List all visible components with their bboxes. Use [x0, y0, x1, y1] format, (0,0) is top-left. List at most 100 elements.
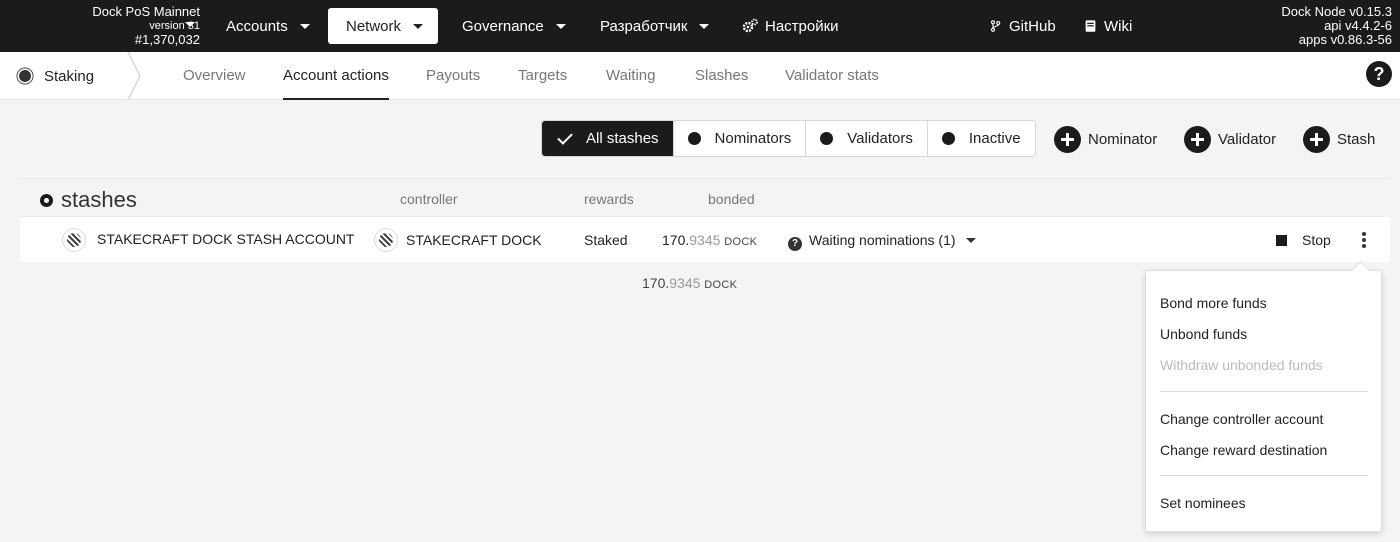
help-icon[interactable]: ? — [1366, 61, 1392, 87]
chevron-down-icon[interactable] — [185, 22, 195, 27]
controller-identicon[interactable] — [374, 228, 398, 252]
add-stash-button[interactable]: Stash — [1303, 124, 1375, 154]
nav-governance[interactable]: Governance — [444, 8, 584, 44]
book-icon — [1085, 20, 1096, 32]
add-validator-label: Validator — [1218, 130, 1277, 148]
stop-button[interactable]: Stop — [1276, 232, 1331, 248]
nav-wiki-label: Wiki — [1104, 17, 1133, 35]
total-unit: DOCK — [704, 279, 738, 291]
code-branch-icon — [990, 20, 1001, 32]
bonded-int: 170. — [662, 232, 690, 248]
circle-icon — [941, 132, 955, 145]
chain-name: Dock PoS Mainnet — [92, 4, 200, 19]
nav-governance-label: Governance — [462, 17, 544, 35]
api-version: api v4.4.2-6 — [1324, 18, 1392, 33]
chevron-down-icon — [555, 23, 566, 29]
account-actions-menu: Bond more funds Unbond funds Withdraw un… — [1145, 270, 1382, 532]
stop-icon — [1276, 235, 1287, 246]
circle-icon — [820, 132, 834, 145]
header-controller: controller — [400, 191, 458, 207]
table-row: STAKECRAFT DOCK STASH ACCOUNT STAKECRAFT… — [20, 216, 1390, 262]
tab-targets[interactable]: Targets — [518, 52, 567, 100]
plus-icon — [1054, 125, 1081, 153]
node-version: Dock Node v0.15.3 — [1281, 4, 1392, 19]
nav-settings-label: Настройки — [765, 17, 839, 35]
add-validator-button[interactable]: Validator — [1184, 124, 1276, 154]
tab-waiting[interactable]: Waiting — [606, 52, 655, 100]
filter-all-stashes-label: All stashes — [586, 130, 659, 147]
nav-developer-label: Разработчик — [600, 17, 688, 35]
filter-all-stashes[interactable]: All stashes — [542, 121, 674, 156]
controller-account-name[interactable]: STAKECRAFT DOCK C — [406, 232, 544, 248]
filter-validators-label: Validators — [847, 130, 913, 147]
header-rewards: rewards — [584, 191, 634, 207]
node-info: Dock Node v0.15.3 api v4.4.2-6 apps v0.8… — [1281, 5, 1392, 47]
top-bar: Dock PoS Mainnet version 31 #1,370,032 A… — [0, 0, 1400, 52]
best-block: #1,370,032 — [134, 32, 200, 47]
stashes-table: stashes controller rewards bonded STAKEC… — [20, 178, 1390, 262]
plus-icon — [1303, 125, 1330, 153]
nav-settings[interactable]: Настройки — [724, 8, 857, 44]
chain-selector[interactable]: Dock PoS Mainnet version 31 #1,370,032 — [60, 5, 200, 47]
filter-inactive[interactable]: Inactive — [928, 121, 1035, 156]
target-icon — [40, 193, 53, 207]
menu-set-nominees[interactable]: Set nominees — [1160, 495, 1246, 511]
menu-unbond-funds[interactable]: Unbond funds — [1160, 326, 1247, 342]
stash-filter-group: All stashes Nominators Validators Inacti… — [541, 120, 1036, 157]
nav-developer[interactable]: Разработчик — [582, 8, 727, 44]
circle-icon — [687, 132, 701, 145]
add-nominator-label: Nominator — [1088, 130, 1158, 148]
nav-github-label: GitHub — [1009, 17, 1056, 35]
menu-divider — [1160, 475, 1368, 476]
staking-subnav: Staking Overview Account actions Payouts… — [0, 52, 1400, 100]
nominations-status: Waiting nominations (1) — [809, 232, 956, 248]
apps-version: apps v0.86.3-56 — [1298, 32, 1392, 47]
question-icon: ? — [788, 237, 802, 251]
nav-wiki[interactable]: Wiki — [1066, 8, 1150, 44]
bonded-unit: DOCK — [724, 236, 758, 248]
bonded-total: 170.9345 DOCK — [642, 275, 737, 291]
chevron-down-icon — [413, 23, 424, 29]
rewards-status: Staked — [584, 232, 628, 248]
menu-withdraw-unbonded-funds: Withdraw unbonded funds — [1160, 357, 1323, 373]
module-title: Staking — [0, 52, 140, 100]
tab-payouts[interactable]: Payouts — [426, 52, 480, 100]
add-nominator-button[interactable]: Nominator — [1054, 124, 1157, 154]
gears-icon — [742, 18, 758, 33]
table-title-label: stashes — [61, 187, 137, 212]
check-icon — [557, 128, 573, 145]
filter-nominators-label: Nominators — [714, 130, 792, 147]
menu-change-reward-destination[interactable]: Change reward destination — [1160, 442, 1327, 458]
nav-accounts[interactable]: Accounts — [208, 8, 328, 44]
stash-identicon[interactable] — [62, 228, 86, 252]
nav-network-label: Network — [346, 17, 402, 35]
bonded-amount: 170.9345 DOCK — [662, 232, 757, 248]
tab-account-actions[interactable]: Account actions — [283, 52, 389, 100]
certificate-icon — [19, 70, 31, 82]
nav-github[interactable]: GitHub — [972, 8, 1074, 44]
total-int: 170. — [642, 275, 670, 291]
bonded-dec: 9345 — [689, 232, 721, 248]
nominations-dropdown[interactable]: ? Waiting nominations (1) — [788, 232, 976, 251]
filter-nominators[interactable]: Nominators — [674, 121, 807, 156]
chevron-down-icon — [965, 238, 976, 243]
filter-inactive-label: Inactive — [968, 130, 1021, 147]
more-options-icon[interactable] — [1362, 232, 1366, 248]
stash-account-name[interactable]: STAKECRAFT DOCK STASH ACCOUNT — [97, 231, 354, 247]
menu-change-controller-account[interactable]: Change controller account — [1160, 411, 1323, 427]
stop-label: Stop — [1302, 232, 1331, 248]
menu-bond-more-funds[interactable]: Bond more funds — [1160, 295, 1267, 311]
nav-accounts-label: Accounts — [226, 17, 288, 35]
plus-icon — [1184, 125, 1211, 153]
filter-validators[interactable]: Validators — [806, 121, 928, 156]
table-header: stashes controller rewards bonded — [20, 178, 1390, 216]
total-dec: 9345 — [669, 275, 701, 291]
table-title: stashes — [40, 187, 137, 213]
add-stash-label: Stash — [1337, 130, 1376, 148]
module-label: Staking — [44, 67, 95, 85]
tab-validator-stats[interactable]: Validator stats — [785, 52, 879, 100]
nav-network[interactable]: Network — [328, 8, 438, 44]
tab-slashes[interactable]: Slashes — [695, 52, 748, 100]
chevron-down-icon — [699, 23, 710, 29]
tab-overview[interactable]: Overview — [183, 52, 246, 100]
